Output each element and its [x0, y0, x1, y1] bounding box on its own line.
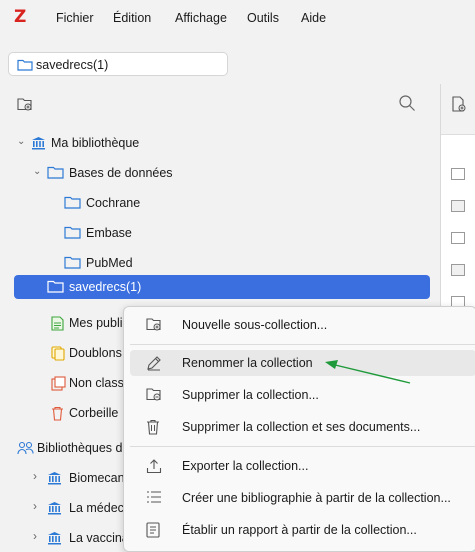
annotation-arrow: [325, 360, 411, 384]
